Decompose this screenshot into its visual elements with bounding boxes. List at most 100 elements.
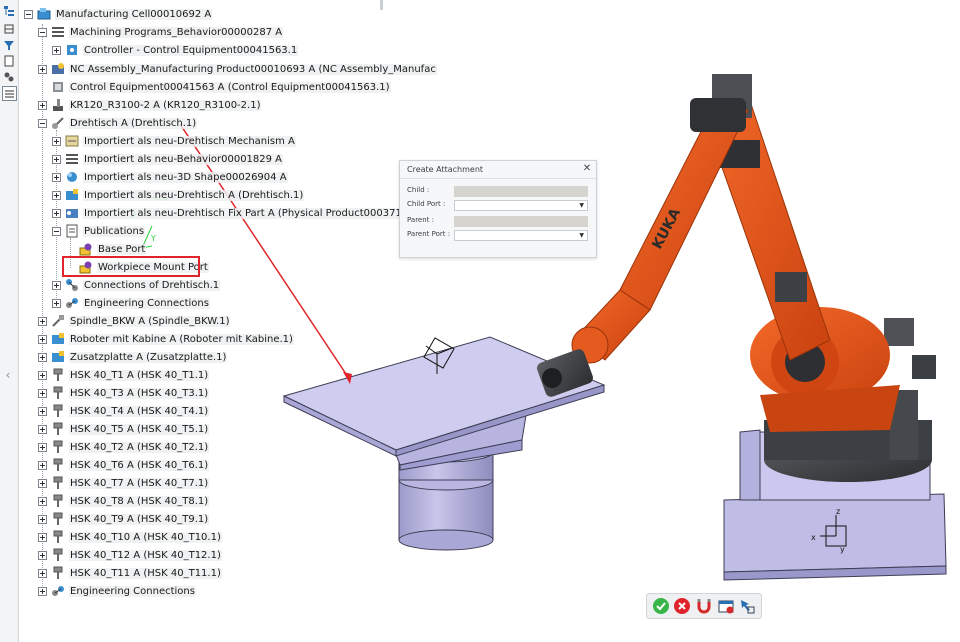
expand-icon[interactable] (38, 406, 47, 416)
child-field (454, 186, 588, 197)
expand-icon[interactable] (52, 298, 61, 308)
tree-node[interactable]: HSK 40_T11 A (HSK 40_T11.1) (38, 565, 222, 581)
expand-icon[interactable] (52, 172, 61, 182)
expand-icon[interactable] (38, 64, 47, 74)
tree-node[interactable]: HSK 40_T2 A (HSK 40_T2.1) (38, 439, 210, 455)
tree-node[interactable]: Engineering Connections (38, 583, 196, 599)
tree-node[interactable]: HSK 40_T1 A (HSK 40_T1.1) (38, 367, 210, 383)
expand-icon[interactable] (38, 586, 47, 596)
expand-icon[interactable] (52, 208, 61, 218)
tree-node[interactable]: HSK 40_T12 A (HSK 40_T12.1) (38, 547, 222, 563)
shape-icon (67, 172, 77, 182)
collapse-icon[interactable] (52, 226, 61, 236)
publications-icon (66, 224, 78, 238)
tree-node-label: HSK 40_T2 A (HSK 40_T2.1) (69, 441, 210, 453)
expand-icon[interactable] (52, 45, 61, 55)
robot-model[interactable]: KUKA (535, 74, 936, 482)
tree-node[interactable]: Connections of Drehtisch.1 (52, 277, 221, 293)
chevron-down-icon: ▼ (579, 232, 584, 239)
axis-label-z: z (836, 507, 840, 516)
tree-node[interactable]: Base Port (66, 241, 147, 257)
expand-icon[interactable] (38, 478, 47, 488)
tree-node[interactable]: Importiert als neu-3D Shape00026904 A (52, 169, 288, 185)
action-toolbar (646, 593, 762, 619)
collapse-icon[interactable] (24, 9, 33, 19)
collapse-icon[interactable] (38, 118, 47, 128)
controller-icon (67, 45, 77, 55)
parent-port-select[interactable]: ▼ (454, 230, 588, 241)
tree-node-label: Importiert als neu-Behavior00001829 A (83, 153, 284, 165)
dialog-divider (400, 178, 596, 179)
expand-icon[interactable] (52, 154, 61, 164)
selection-highlight (62, 256, 200, 277)
tree-node[interactable]: Importiert als neu-Drehtisch Fix Part A … (52, 205, 429, 221)
tree-node[interactable]: Importiert als neu-Drehtisch Mechanism A (52, 133, 296, 149)
tool-icon (53, 440, 63, 453)
tree-node[interactable]: Machining Programs_Behavior00000287 A (38, 24, 284, 40)
expand-icon[interactable] (52, 280, 61, 290)
child-label: Child : (407, 186, 430, 194)
expand-icon[interactable] (38, 352, 47, 362)
tool-icon (53, 494, 63, 507)
cancel-icon[interactable] (672, 596, 692, 616)
tree-node-label: Roboter mit Kabine A (Roboter mit Kabine… (69, 333, 294, 345)
expand-icon[interactable] (38, 550, 47, 560)
expand-icon[interactable] (38, 316, 47, 326)
tree-node[interactable]: Roboter mit Kabine A (Roboter mit Kabine… (38, 331, 294, 347)
expand-icon[interactable] (38, 424, 47, 434)
tree-node-label: HSK 40_T1 A (HSK 40_T1.1) (69, 369, 210, 381)
tree-node[interactable]: HSK 40_T8 A (HSK 40_T8.1) (38, 493, 210, 509)
expand-icon[interactable] (52, 136, 61, 146)
spindle-icon (52, 315, 64, 327)
expand-icon[interactable] (38, 370, 47, 380)
tree-node-label: NC Assembly_Manufacturing Product0001069… (69, 63, 437, 75)
tree-node[interactable]: KR120_R3100-2 A (KR120_R3100-2.1) (38, 97, 262, 113)
tree-node[interactable]: HSK 40_T7 A (HSK 40_T7.1) (38, 475, 210, 491)
tree-node-label: Importiert als neu-Drehtisch Fix Part A … (83, 207, 429, 219)
magnet-icon[interactable] (694, 596, 714, 616)
parent-field (454, 216, 588, 227)
expand-icon[interactable] (38, 496, 47, 506)
tree-node-label: Engineering Connections (83, 297, 210, 309)
tree-node[interactable]: HSK 40_T5 A (HSK 40_T5.1) (38, 421, 210, 437)
tree-node[interactable]: HSK 40_T6 A (HSK 40_T6.1) (38, 457, 210, 473)
tree-node[interactable]: HSK 40_T3 A (HSK 40_T3.1) (38, 385, 210, 401)
collapse-icon[interactable] (38, 27, 47, 37)
close-icon[interactable]: ✕ (582, 163, 592, 174)
tree-node[interactable]: Drehtisch A (Drehtisch.1) (38, 115, 198, 131)
tree-node[interactable]: Importiert als neu-Behavior00001829 A (52, 151, 284, 167)
manufacturing-cell-icon (37, 8, 51, 20)
expand-icon[interactable] (38, 460, 47, 470)
tree-node-label: Engineering Connections (69, 585, 196, 597)
tree-node[interactable]: Zusatzplatte A (Zusatzplatte.1) (38, 349, 228, 365)
expand-icon[interactable] (38, 388, 47, 398)
tree-node[interactable]: HSK 40_T9 A (HSK 40_T9.1) (38, 511, 210, 527)
tool-icon (53, 404, 63, 417)
expand-icon[interactable] (38, 442, 47, 452)
stop-snap-icon[interactable] (716, 596, 736, 616)
expand-icon[interactable] (52, 190, 61, 200)
tree-node-label: Importiert als neu-3D Shape00026904 A (83, 171, 288, 183)
tree-node-label: HSK 40_T9 A (HSK 40_T9.1) (69, 513, 210, 525)
tree-node[interactable]: Publications (52, 223, 146, 239)
expand-icon[interactable] (38, 532, 47, 542)
robot-icon (53, 99, 63, 111)
expand-icon[interactable] (38, 100, 47, 110)
tree-node[interactable]: NC Assembly_Manufacturing Product0001069… (38, 61, 437, 77)
tree-node[interactable]: Importiert als neu-Drehtisch A (Drehtisc… (52, 187, 305, 203)
tree-node[interactable]: Control Equipment00041563 A (Control Equ… (38, 79, 391, 95)
child-port-select[interactable]: ▼ (454, 200, 588, 211)
tree-node[interactable]: HSK 40_T4 A (HSK 40_T4.1) (38, 403, 210, 419)
tree-node-label: Base Port (97, 243, 147, 255)
ok-icon[interactable] (651, 596, 671, 616)
tree-node[interactable]: Engineering Connections (52, 295, 210, 311)
tree-node[interactable]: Manufacturing Cell00010692 A (24, 6, 213, 22)
expand-icon[interactable] (38, 514, 47, 524)
expand-icon[interactable] (38, 568, 47, 578)
tree-node-label: HSK 40_T8 A (HSK 40_T8.1) (69, 495, 210, 507)
tree-node[interactable]: Controller - Control Equipment00041563.1 (52, 42, 299, 58)
tree-node[interactable]: Spindle_BKW A (Spindle_BKW.1) (38, 313, 231, 329)
tree-node[interactable]: HSK 40_T10 A (HSK 40_T10.1) (38, 529, 222, 545)
pick-icon[interactable] (737, 596, 757, 616)
expand-icon[interactable] (38, 334, 47, 344)
